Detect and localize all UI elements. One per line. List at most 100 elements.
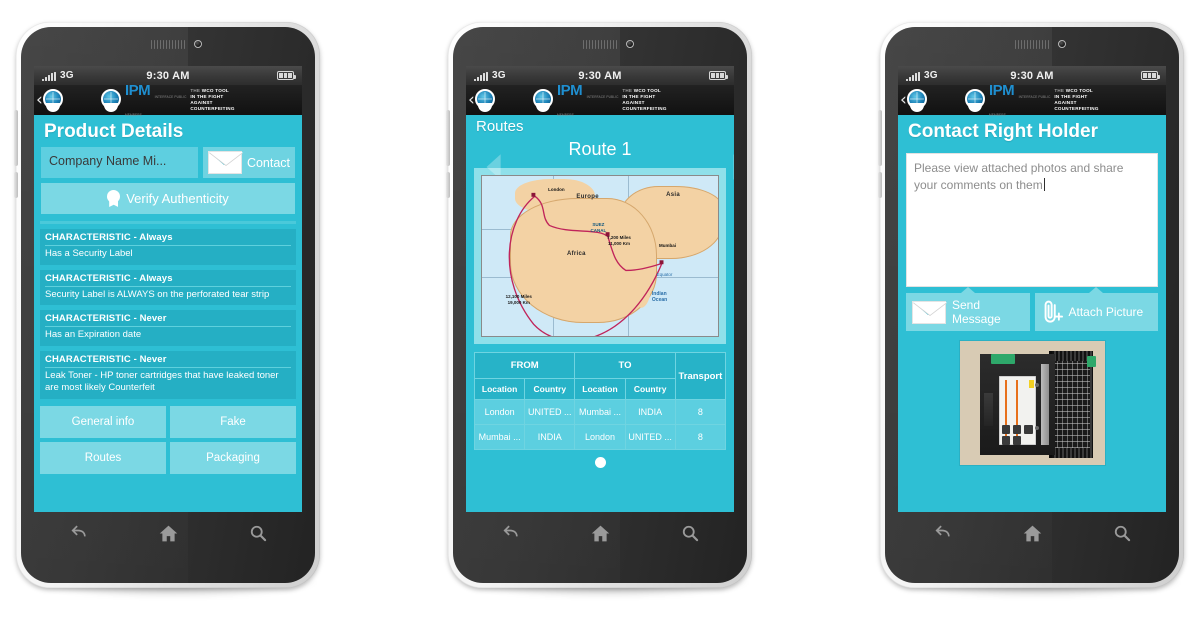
volume-rocker[interactable] — [14, 110, 18, 166]
table-subheader-to-location: Location — [574, 378, 626, 400]
characteristic-text: Has a Security Label — [45, 248, 133, 259]
routes-table-wrap: FROM TO Transport Location Country Locat… — [473, 352, 727, 468]
search-icon[interactable] — [248, 523, 268, 543]
phone-screen: 3G 9:30 AM ‹ IPM INTERFACE PUBLIC MEMBER… — [466, 66, 734, 512]
ipm-logo: IPM INTERFACE PUBLIC MEMBERS THE WCO TOO… — [965, 82, 1099, 118]
attached-photo-wrap — [898, 331, 1166, 466]
ipm-logo: IPM INTERFACE PUBLIC MEMBERS THE WCO TOO… — [101, 82, 235, 118]
attach-picture-label: Attach Picture — [1068, 305, 1144, 320]
battery-full-icon — [1141, 71, 1160, 80]
home-icon[interactable] — [1022, 523, 1043, 544]
status-clock: 9:30 AM — [578, 69, 622, 82]
rosette-icon — [107, 190, 121, 207]
toner-cartridge-photo[interactable] — [959, 341, 1105, 466]
attach-picture-button[interactable]: Attach Picture — [1034, 287, 1158, 332]
route-pager: Route 1 — [466, 135, 734, 180]
cell-to-country: UNITED ... — [624, 424, 676, 450]
verify-authenticity-button[interactable]: Verify Authenticity — [41, 183, 295, 214]
android-softkeys — [466, 512, 734, 554]
envelope-icon — [207, 151, 243, 174]
status-clock: 9:30 AM — [146, 69, 190, 82]
shipping-route-lines — [508, 192, 664, 336]
table-subheader-to-country: Country — [624, 378, 676, 400]
power-button[interactable] — [878, 172, 882, 198]
page-indicator-dot[interactable] — [594, 457, 606, 468]
list-item[interactable]: CHARACTERISTIC - Always Security Label i… — [40, 269, 296, 306]
ipm-tagline: THE WCO TOOL IN THE FIGHT AGAINST COUNTE… — [190, 87, 235, 112]
section-divider — [40, 221, 296, 224]
app-header-bar: ‹ IPM INTERFACE PUBLIC MEMBERS THE WCO T… — [34, 82, 302, 118]
volume-rocker[interactable] — [878, 110, 882, 166]
ipm-logo-globe-icon — [100, 89, 122, 112]
table-group-header-row: FROM TO Transport — [473, 352, 727, 400]
company-name-field[interactable]: Company Name Mi... — [41, 147, 198, 178]
verify-authenticity-label: Verify Authenticity — [126, 191, 229, 206]
ipm-globe-icon[interactable] — [474, 89, 496, 112]
tile-general-info[interactable]: General info — [40, 405, 166, 438]
ipm-globe-icon[interactable] — [906, 89, 928, 112]
characteristic-text: Security Label is ALWAYS on the perforat… — [45, 288, 270, 300]
front-camera-icon — [1058, 40, 1066, 48]
front-camera-icon — [194, 40, 202, 48]
earpiece-speaker-icon — [1015, 40, 1049, 49]
ipm-tagline: THE WCO TOOL IN THE FIGHT AGAINST COUNTE… — [1054, 87, 1099, 112]
map-label-mumbai: Mumbai — [659, 243, 677, 249]
tile-fake[interactable]: Fake — [170, 405, 296, 438]
list-item[interactable]: CHARACTERISTIC - Never Has an Expiration… — [40, 310, 296, 346]
volume-rocker[interactable] — [446, 110, 450, 166]
search-icon[interactable] — [1112, 523, 1132, 543]
tab-notch-decor — [960, 287, 975, 293]
battery-full-icon — [277, 71, 296, 80]
power-button[interactable] — [446, 172, 450, 198]
map-label-distance-long: 12,100 Miles 19,000 Km — [505, 294, 532, 306]
back-icon[interactable] — [933, 523, 953, 543]
route-map-card[interactable]: Europe Asia Africa SUEZ CANAL 7,200 Miles… — [474, 168, 726, 344]
search-icon[interactable] — [680, 523, 700, 543]
ipm-logo-globe-icon — [964, 89, 986, 112]
contact-button[interactable]: Contact — [203, 147, 295, 178]
map-label-distance-short: 7,200 Miles 11,000 Km — [607, 235, 631, 246]
screenshot-stage: 3G 9:30 AM ‹ IPM INTERFACE PUBLIC MEMBER… — [0, 0, 1200, 638]
back-icon[interactable] — [69, 523, 89, 543]
tile-routes[interactable]: Routes — [40, 441, 166, 474]
list-item[interactable]: CHARACTERISTIC - Always Has a Security L… — [40, 229, 296, 265]
characteristics-list: CHARACTERISTIC - Always Has a Security L… — [34, 229, 302, 399]
ipm-wordmark: IPM INTERFACE PUBLIC MEMBERS — [125, 82, 187, 117]
app-header-bar: ‹ IPM INTERFACE PUBLIC MEMBERS THE WCO T… — [898, 82, 1166, 118]
ipm-wordmark: IPM INTERFACE PUBLIC MEMBERS — [557, 82, 619, 117]
contact-content: Contact Right Holder Please view attache… — [898, 115, 1166, 512]
ipm-logo-globe-icon — [532, 89, 554, 112]
send-message-button[interactable]: Send Message — [906, 287, 1030, 332]
ipm-wordmark: IPM INTERFACE PUBLIC MEMBERS — [989, 82, 1051, 117]
table-header-transport: Transport — [674, 352, 727, 400]
home-icon[interactable] — [158, 523, 179, 544]
front-camera-icon — [626, 40, 634, 48]
characteristic-heading: CHARACTERISTIC - Never — [45, 354, 291, 368]
table-row[interactable]: Mumbai ... INDIA London UNITED ... 8 — [473, 424, 727, 450]
send-message-label: Send Message — [952, 298, 1001, 327]
phone-contact-right-holder: 3G 9:30 AM ‹ IPM INTERFACE PUBLIC MEMBER… — [878, 22, 1184, 598]
home-icon[interactable] — [590, 523, 611, 544]
page-title: Routes — [476, 118, 524, 135]
table-row[interactable]: London UNITED ... Mumbai ... INDIA 8 — [473, 399, 727, 425]
battery-full-icon — [709, 71, 728, 80]
message-textarea[interactable]: Please view attached photos and share yo… — [906, 153, 1158, 287]
table-header-to: TO — [574, 352, 676, 379]
characteristic-text: Has an Expiration date — [45, 329, 142, 341]
cell-from-location: London — [473, 399, 526, 425]
characteristic-heading: CHARACTERISTIC - Always — [45, 273, 291, 287]
map-label-asia: Asia — [666, 192, 680, 198]
power-button[interactable] — [14, 172, 18, 198]
back-icon[interactable] — [501, 523, 521, 543]
cell-transport: 8 — [674, 399, 727, 425]
ipm-globe-icon[interactable] — [42, 89, 64, 112]
routes-table: FROM TO Transport Location Country Locat… — [473, 352, 727, 450]
tab-notch-decor — [1089, 287, 1104, 293]
routes-content: Routes Route 1 Europe Asia Africa SUEZ C… — [466, 115, 734, 512]
phone-screen: 3G 9:30 AM ‹ IPM INTERFACE PUBLIC MEMBER… — [898, 66, 1166, 512]
tile-packaging[interactable]: Packaging — [170, 441, 296, 474]
contact-button-label: Contact — [246, 155, 291, 170]
list-item[interactable]: CHARACTERISTIC - Never Leak Toner - HP t… — [40, 350, 296, 399]
phone-product-details: 3G 9:30 AM ‹ IPM INTERFACE PUBLIC MEMBER… — [14, 22, 320, 598]
map-label-equator: Equator — [656, 272, 673, 277]
